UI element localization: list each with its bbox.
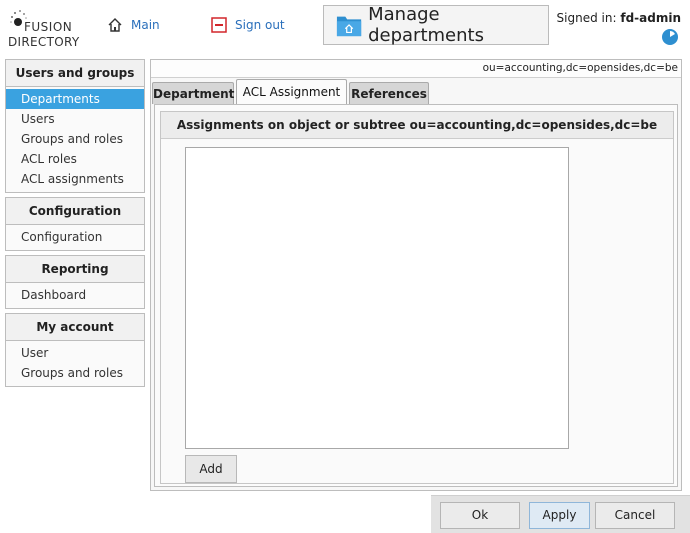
logo-text-line1: FUSION <box>24 20 73 34</box>
sidebar-item-groups-and-roles[interactable]: Groups and roles <box>6 129 144 149</box>
sidebar-group-reporting: Reporting Dashboard <box>5 255 145 309</box>
sidebar-item-acl-roles[interactable]: ACL roles <box>6 149 144 169</box>
sidebar-group-title: My account <box>6 314 144 341</box>
acl-assignment-title: Assignments on object or subtree ou=acco… <box>161 112 673 139</box>
sidebar-item-user[interactable]: User <box>6 343 144 363</box>
sidebar-group-configuration: Configuration Configuration <box>5 197 145 251</box>
home-icon <box>108 18 122 32</box>
sidebar-group-my-account: My account User Groups and roles <box>5 313 145 387</box>
tab-content: Assignments on object or subtree ou=acco… <box>154 104 678 487</box>
signout-link-label[interactable]: Sign out <box>235 18 285 32</box>
cancel-button[interactable]: Cancel <box>595 502 675 529</box>
sidebar-item-acl-assignments[interactable]: ACL assignments <box>6 169 144 189</box>
logo-text-line2: DIRECTORY <box>8 35 80 49</box>
signed-in-user: fd-admin <box>620 11 681 25</box>
user-status-icon[interactable] <box>661 28 679 46</box>
app-logo: FUSION DIRECTORY <box>6 4 80 50</box>
main-link[interactable]: Main <box>107 17 160 33</box>
signed-in-info: Signed in: fd-admin <box>557 11 681 25</box>
page-title-box: Manage departments <box>323 4 549 46</box>
department-folder-icon <box>336 16 362 37</box>
sidebar-group-title: Configuration <box>6 198 144 225</box>
ok-button[interactable]: Ok <box>440 502 520 529</box>
tab-department[interactable]: Department <box>152 82 234 104</box>
main-panel: ou=accounting,dc=opensides,dc=be Departm… <box>150 59 682 491</box>
sidebar-item-configuration[interactable]: Configuration <box>6 227 144 247</box>
sidebar-item-departments[interactable]: Departments <box>6 89 144 109</box>
dialog-footer: Ok Apply Cancel <box>431 495 690 533</box>
tab-acl-assignment[interactable]: ACL Assignment <box>236 79 347 105</box>
signed-in-label: Signed in: <box>556 11 617 25</box>
page-title: Manage departments <box>368 4 484 46</box>
sidebar-group-title: Reporting <box>6 256 144 283</box>
apply-button[interactable]: Apply <box>529 502 590 529</box>
sidebar-item-users[interactable]: Users <box>6 109 144 129</box>
sidebar-group-title: Users and groups <box>6 60 144 87</box>
add-assignment-button[interactable]: Add <box>185 455 237 483</box>
object-dn: ou=accounting,dc=opensides,dc=be <box>151 60 681 78</box>
acl-assignment-section: Assignments on object or subtree ou=acco… <box>160 111 674 484</box>
signout-icon <box>211 17 227 33</box>
sidebar-group-users-and-groups: Users and groups Departments Users Group… <box>5 59 145 193</box>
signout-link[interactable]: Sign out <box>211 17 285 33</box>
sidebar-item-dashboard[interactable]: Dashboard <box>6 285 144 305</box>
acl-assignment-list[interactable] <box>185 147 569 449</box>
tab-references[interactable]: References <box>349 82 429 104</box>
sidebar-item-my-groups-and-roles[interactable]: Groups and roles <box>6 363 144 383</box>
main-link-label[interactable]: Main <box>131 18 160 32</box>
